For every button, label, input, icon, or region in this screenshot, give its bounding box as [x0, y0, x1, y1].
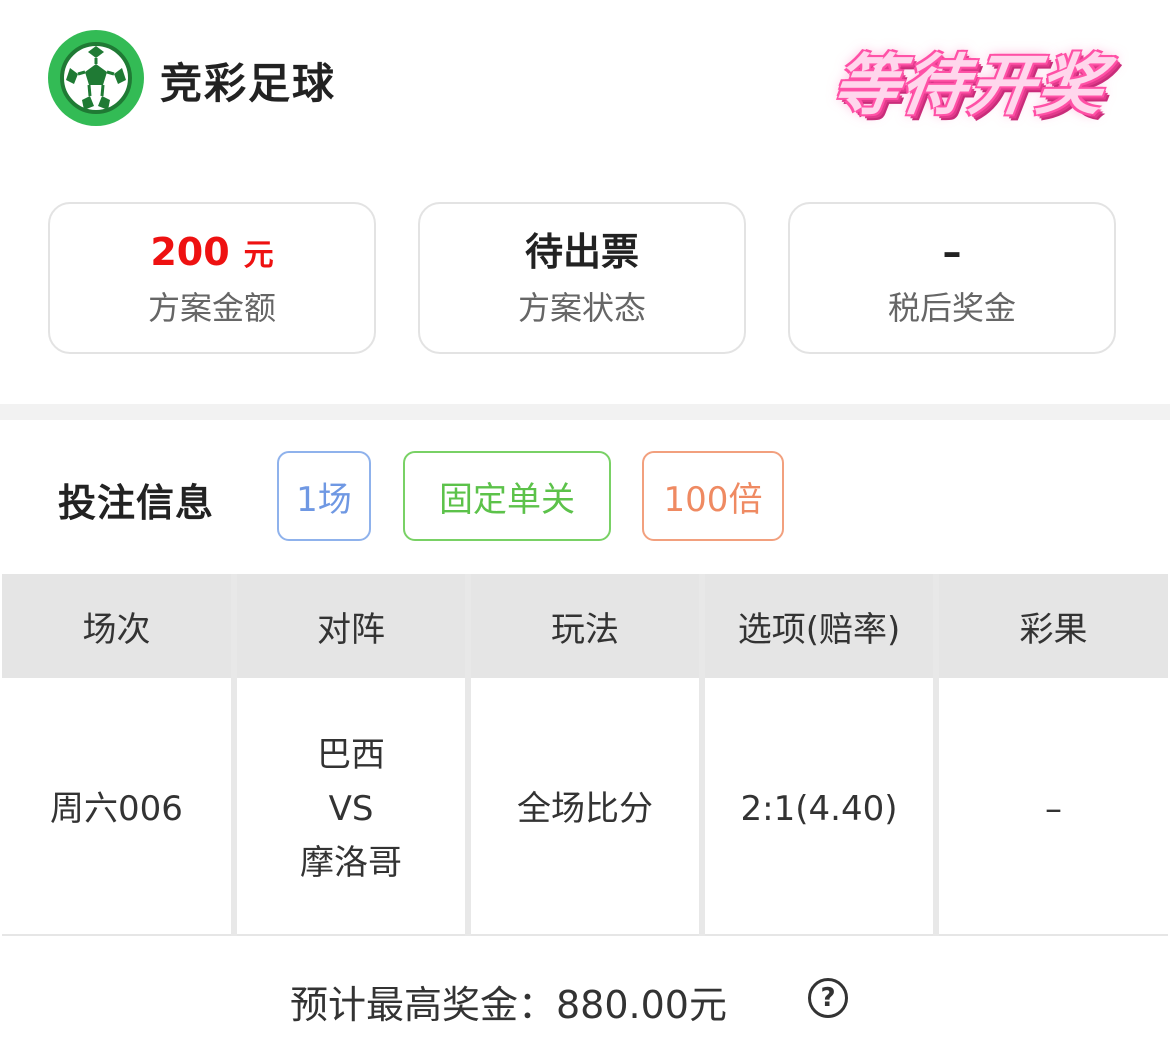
- header-match-no: 场次: [2, 574, 231, 678]
- table-header: 场次 对阵 玩法 选项(赔率) 彩果: [0, 574, 1170, 678]
- bet-type-tag: 固定单关: [403, 451, 611, 541]
- question-circle-icon[interactable]: ?: [808, 978, 848, 1018]
- prize-card: – 税后奖金: [788, 202, 1116, 354]
- summary-cards: 200 元 方案金额 待出票 方案状态 – 税后奖金: [0, 200, 1170, 360]
- match-count-tag: 1场: [277, 451, 371, 541]
- cell-play-type: 全场比分: [471, 684, 699, 936]
- amount-number: 200: [150, 230, 230, 274]
- match-no: 周六006: [50, 789, 183, 829]
- app-title: 竞彩足球: [160, 59, 337, 108]
- cell-match-no: 周六006: [2, 684, 231, 936]
- cell-result: –: [939, 684, 1168, 936]
- prize-label: 税后奖金: [887, 289, 1016, 327]
- away-team: 摩洛哥: [300, 843, 402, 883]
- table-row: 周六006 巴西 VS 摩洛哥 全场比分 2:1(4.40) –: [0, 684, 1170, 936]
- header-result: 彩果: [939, 574, 1168, 678]
- cell-option-odds: 2:1(4.40): [705, 684, 933, 936]
- status-label: 方案状态: [517, 289, 646, 327]
- header-play-type: 玩法: [471, 574, 699, 678]
- bet-info-row: 投注信息 1场 固定单关 100倍: [0, 440, 1170, 550]
- soccer-ball-icon: [48, 30, 144, 126]
- section-divider: [0, 404, 1170, 420]
- amount-unit: 元: [243, 238, 274, 273]
- status-card: 待出票 方案状态: [418, 202, 746, 354]
- status-stamp: 等待开奖: [827, 47, 1111, 124]
- multiplier-tag: 100倍: [642, 451, 784, 541]
- header-fixture: 对阵: [237, 574, 465, 678]
- prize-value: –: [942, 230, 962, 274]
- header: 竞彩足球 等待开奖: [0, 0, 1170, 160]
- footer: 预计最高奖金：880.00元 ?: [0, 970, 1170, 1030]
- header-option-odds: 选项(赔率): [705, 574, 933, 678]
- cell-fixture: 巴西 VS 摩洛哥: [237, 684, 465, 936]
- play-type: 全场比分: [517, 789, 653, 829]
- amount-value: 200 元: [150, 227, 273, 277]
- status-value: 待出票: [524, 230, 639, 274]
- amount-card: 200 元 方案金额: [48, 202, 376, 354]
- vs-label: VS: [328, 789, 374, 829]
- max-prize-text: 预计最高奖金：880.00元: [290, 983, 727, 1027]
- bet-info-title: 投注信息: [58, 481, 215, 525]
- option-odds: 2:1(4.40): [740, 789, 898, 829]
- amount-label: 方案金额: [147, 289, 276, 327]
- result-value: –: [1045, 789, 1062, 829]
- home-team: 巴西: [317, 735, 385, 775]
